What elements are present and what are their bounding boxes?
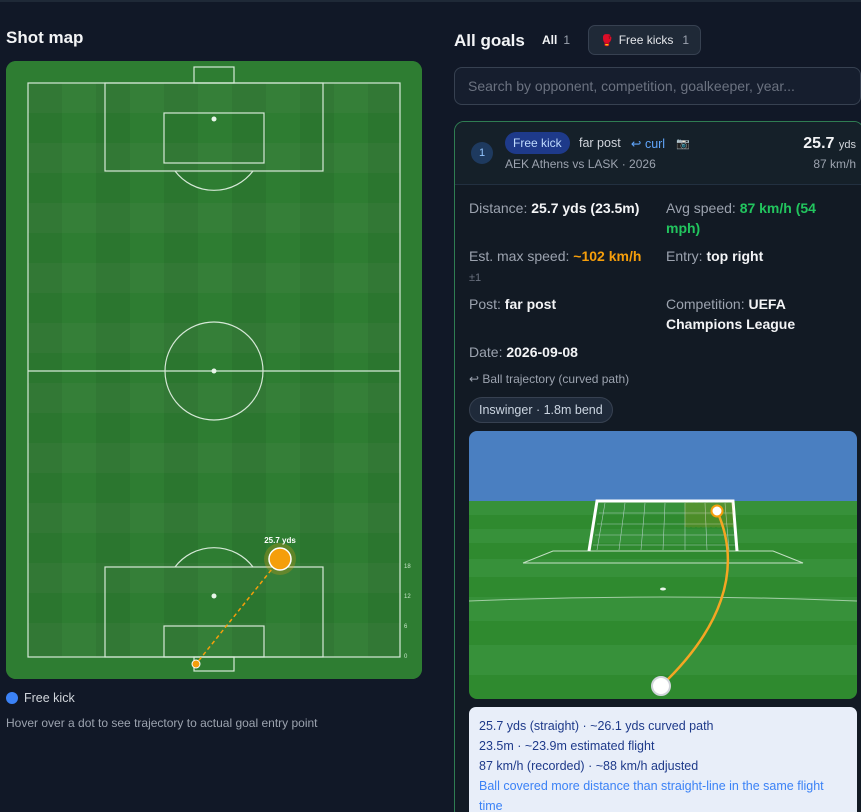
- pitch: 18 12 6 0 25.7 yds: [6, 61, 422, 679]
- search-input[interactable]: [454, 67, 861, 105]
- info-note: Ball covered more distance than straight…: [479, 779, 824, 812]
- goal-card-header[interactable]: 1 Free kick far post ↩ curl 📷 AEK Athens…: [455, 122, 861, 185]
- filter-free-kicks-count: 1: [682, 33, 690, 47]
- stat-date: Date: 2026-09-08: [469, 344, 578, 360]
- post-label: far post: [579, 136, 621, 150]
- stat-max-speed: Est. max speed: ~102 km/h ±1: [469, 248, 642, 284]
- trajectory-info-box: 25.7 yds (straight) · ~26.1 yds curved p…: [469, 707, 857, 812]
- filter-all-count: 1: [563, 33, 571, 47]
- penalty-spot: [660, 587, 666, 591]
- type-badge: Free kick: [505, 132, 570, 154]
- curl-label: ↩ curl: [631, 137, 666, 151]
- legend-label: Free kick: [24, 691, 75, 705]
- bottom-penalty-spot: [211, 593, 217, 599]
- shot-marker-label: 25.7 yds: [264, 536, 296, 545]
- entry-point-marker: [710, 504, 724, 518]
- shot-map-panel: Shot map 18 12 6 0 25.7 yds Free kick Ho…: [0, 0, 430, 812]
- legend: Free kick: [6, 691, 75, 705]
- hover-hint: Hover over a dot to see trajectory to ac…: [6, 716, 318, 730]
- stat-competition: Competition: UEFA Champions League: [666, 296, 796, 332]
- info-line-2: 23.5m · ~23.9m estimated flight: [479, 739, 655, 753]
- boot-icon: 🥊: [600, 34, 614, 47]
- filter-all-label: All: [542, 33, 558, 47]
- center-spot: [211, 368, 217, 374]
- ruler-label-12: 12: [404, 594, 411, 600]
- camera-icon[interactable]: 📷: [676, 137, 690, 150]
- ball-start-marker: [651, 676, 671, 696]
- filter-free-kicks-label: Free kicks: [618, 33, 674, 47]
- stat-avg-speed: Avg speed: 87 km/h (54 mph): [666, 200, 816, 236]
- goal-card[interactable]: 1 Free kick far post ↩ curl 📷 AEK Athens…: [454, 121, 861, 812]
- goal-number: 1: [471, 142, 493, 164]
- free-kick-dot-icon: [6, 692, 18, 704]
- shot-marker[interactable]: [268, 547, 292, 571]
- filter-all-button[interactable]: All 1: [538, 26, 574, 54]
- speed-headline: 87 km/h: [813, 157, 856, 171]
- goal-view-3d: [469, 431, 857, 699]
- info-line-3: 87 km/h (recorded) · ~88 km/h adjusted: [479, 759, 699, 773]
- filter-free-kicks-button[interactable]: 🥊 Free kicks 1: [588, 25, 702, 55]
- pitch-svg: 18 12 6 0 25.7 yds: [6, 61, 422, 679]
- stat-entry: Entry: top right: [666, 248, 764, 264]
- stat-distance: Distance: 25.7 yds (23.5m): [469, 200, 640, 216]
- swing-badge: Inswinger · 1.8m bend: [469, 397, 613, 423]
- sky: [469, 431, 857, 501]
- stat-post: Post: far post: [469, 296, 557, 312]
- shot-map-title: Shot map: [6, 28, 84, 47]
- top-penalty-spot: [211, 116, 217, 122]
- match-label: AEK Athens vs LASK · 2026: [505, 157, 656, 171]
- ruler-label-18: 18: [404, 564, 411, 570]
- distance-headline: 25.7 yds: [803, 135, 856, 152]
- target-zone: [684, 502, 734, 528]
- goal-view-svg: [469, 431, 857, 699]
- info-line-1: 25.7 yds (straight) · ~26.1 yds curved p…: [479, 719, 714, 733]
- goal-entry-point: [191, 659, 201, 669]
- goals-panel: All goals All 1 🥊 Free kicks 1 1 Free ki…: [454, 0, 861, 812]
- trajectory-label: ↩ Ball trajectory (curved path): [469, 372, 630, 386]
- goals-title: All goals: [454, 31, 525, 50]
